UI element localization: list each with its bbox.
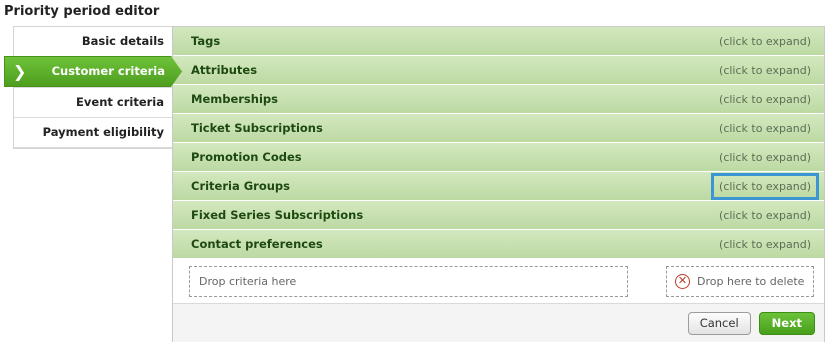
section-criteria-groups[interactable]: Criteria Groups (click to expand) [173,172,824,201]
cancel-button[interactable]: Cancel [687,311,751,335]
expand-hint[interactable]: (click to expand) [715,119,815,138]
section-promotion-codes[interactable]: Promotion Codes (click to expand) [173,143,824,172]
nav-item-basic-details[interactable]: Basic details [14,27,172,57]
nav-item-label: Event criteria [76,95,164,109]
nav-item-label: Basic details [81,34,164,48]
expand-hint[interactable]: (click to expand) [715,235,815,254]
expand-hint[interactable]: (click to expand) [715,61,815,80]
section-title: Tags [191,34,221,48]
chevron-right-icon: ❯ [13,62,27,81]
section-tags[interactable]: Tags (click to expand) [173,27,824,56]
drop-area: Drop criteria here ✕ Drop here to delete [173,259,824,304]
nav-item-customer-criteria[interactable]: ❯ Customer criteria [4,56,182,87]
section-memberships[interactable]: Memberships (click to expand) [173,85,824,114]
section-title: Criteria Groups [191,179,291,193]
page-title: Priority period editor [4,4,160,19]
next-button[interactable]: Next [758,311,815,335]
expand-hint[interactable]: (click to expand) [715,206,815,225]
footer-actions: Cancel Next [173,304,824,342]
expand-hint[interactable]: (click to expand) [715,148,815,167]
drop-delete-label: Drop here to delete [697,274,805,288]
section-title: Fixed Series Subscriptions [191,208,364,222]
section-ticket-subscriptions[interactable]: Ticket Subscriptions (click to expand) [173,114,824,143]
circle-x-icon: ✕ [675,273,690,289]
drop-delete-zone[interactable]: ✕ Drop here to delete [666,265,814,297]
section-title: Contact preferences [191,237,323,251]
section-title: Attributes [191,63,258,77]
drop-criteria-zone[interactable]: Drop criteria here [189,265,628,297]
criteria-panel: Tags (click to expand) Attributes (click… [172,26,825,342]
expand-hint[interactable]: (click to expand) [715,90,815,109]
section-attributes[interactable]: Attributes (click to expand) [173,56,824,85]
nav-item-payment-eligibility[interactable]: Payment eligibility [14,118,172,148]
section-fixed-series-subscriptions[interactable]: Fixed Series Subscriptions (click to exp… [173,201,824,230]
nav-item-label: Payment eligibility [42,125,164,139]
expand-hint[interactable]: (click to expand) [715,32,815,51]
expand-hint-highlighted[interactable]: (click to expand) [711,172,819,200]
section-title: Memberships [191,92,278,106]
nav-item-label: Customer criteria [51,64,165,78]
sidebar-nav: Basic details Event criteria Payment eli… [4,26,182,149]
section-title: Ticket Subscriptions [191,121,323,135]
section-title: Promotion Codes [191,150,302,164]
nav-item-event-criteria[interactable]: Event criteria [14,88,172,118]
section-contact-preferences[interactable]: Contact preferences (click to expand) [173,230,824,259]
